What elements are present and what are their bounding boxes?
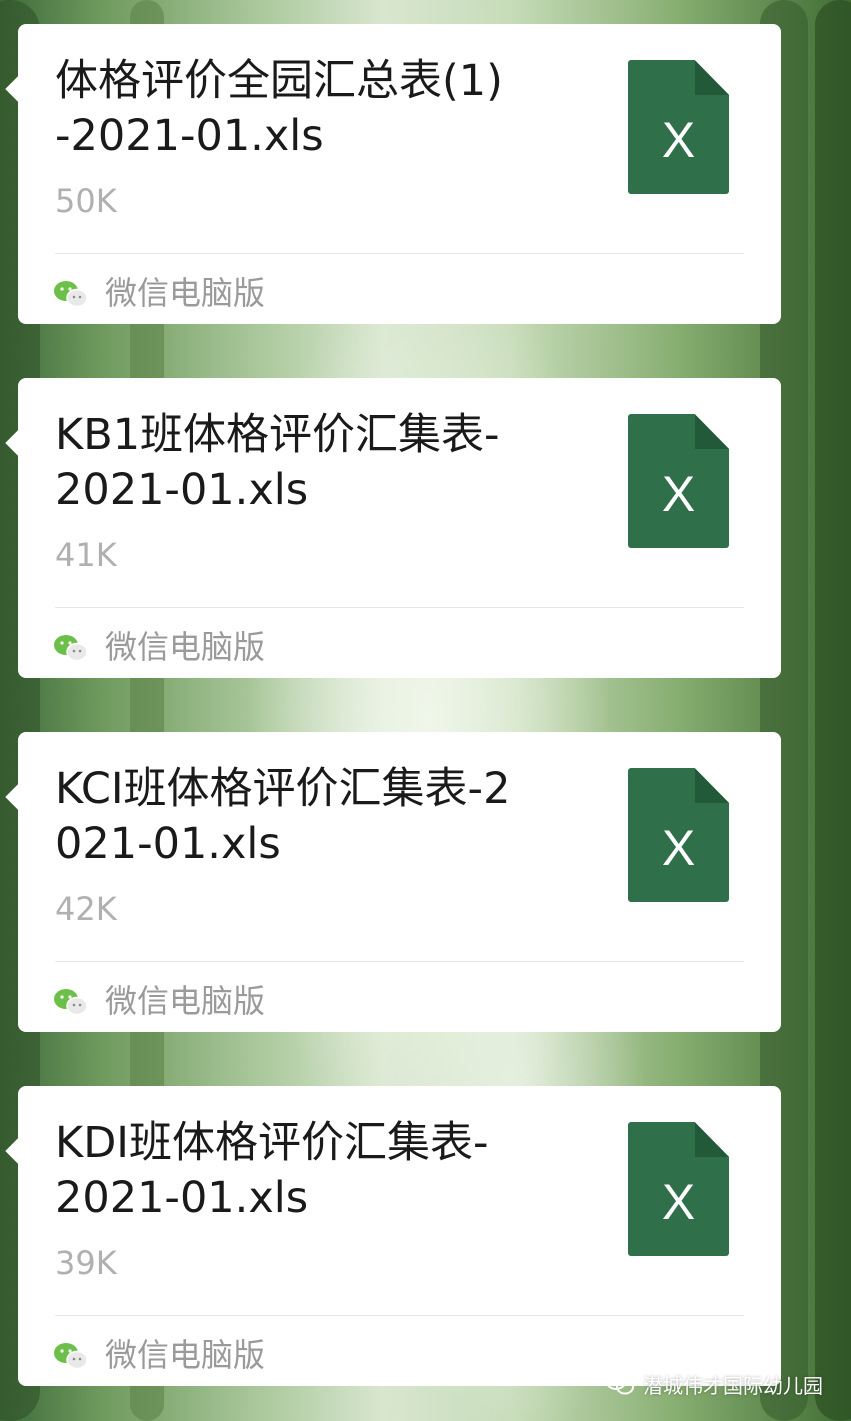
wechat-icon [54,281,88,308]
source-label: 微信电脑版 [105,1336,266,1374]
file-name: KB1班体格评价汇集表-2021-01.xls [55,410,500,515]
source-label: 微信电脑版 [105,628,266,666]
watermark-text: 潜城伟才国际幼儿园 [643,1373,823,1398]
file-size: 39K [55,1244,117,1282]
file-name: 体格评价全园汇总表(1)-2021-01.xls [55,56,503,161]
excel-file-icon: X [628,768,729,902]
source-label: 微信电脑版 [105,982,266,1020]
file-size: 42K [55,890,117,928]
excel-file-icon: X [628,414,729,548]
file-icon-letter: X [661,820,696,876]
file-message-card[interactable]: KDI班体格评价汇集表-2021-01.xls 39K X 微信电脑版 [18,1086,781,1386]
excel-file-icon: X [628,60,729,194]
chat-background: { "messages": [ { "title": "体格评价全园汇总表(1)… [0,0,851,1421]
file-corner-fold [695,60,729,95]
file-icon-letter: X [661,112,696,168]
file-corner-fold [695,768,729,803]
file-icon-letter: X [661,466,696,522]
file-name: KDI班体格评价汇集表-2021-01.xls [55,1118,489,1223]
excel-file-icon: X [628,1122,729,1256]
file-message-card[interactable]: 体格评价全园汇总表(1)-2021-01.xls 50K X 微信电脑版 [18,24,781,324]
file-corner-fold [695,414,729,449]
file-icon-letter: X [661,1174,696,1230]
source-label: 微信电脑版 [105,274,266,312]
background-tree [815,0,851,1421]
wechat-icon [54,635,88,662]
card-divider [55,607,744,608]
file-size: 41K [55,536,117,574]
wechat-icon [54,1343,88,1370]
wechat-icon [605,1372,634,1395]
account-watermark: 潜城伟才国际幼儿园 [605,1369,823,1399]
file-name: KCI班体格评价汇集表-2021-01.xls [55,764,511,869]
file-size: 50K [55,182,117,220]
wechat-icon [54,989,88,1016]
card-divider [55,1315,744,1316]
card-divider [55,961,744,962]
file-corner-fold [695,1122,729,1157]
file-message-card[interactable]: KB1班体格评价汇集表-2021-01.xls 41K X 微信电脑版 [18,378,781,678]
file-message-card[interactable]: KCI班体格评价汇集表-2021-01.xls 42K X 微信电脑版 [18,732,781,1032]
card-divider [55,253,744,254]
